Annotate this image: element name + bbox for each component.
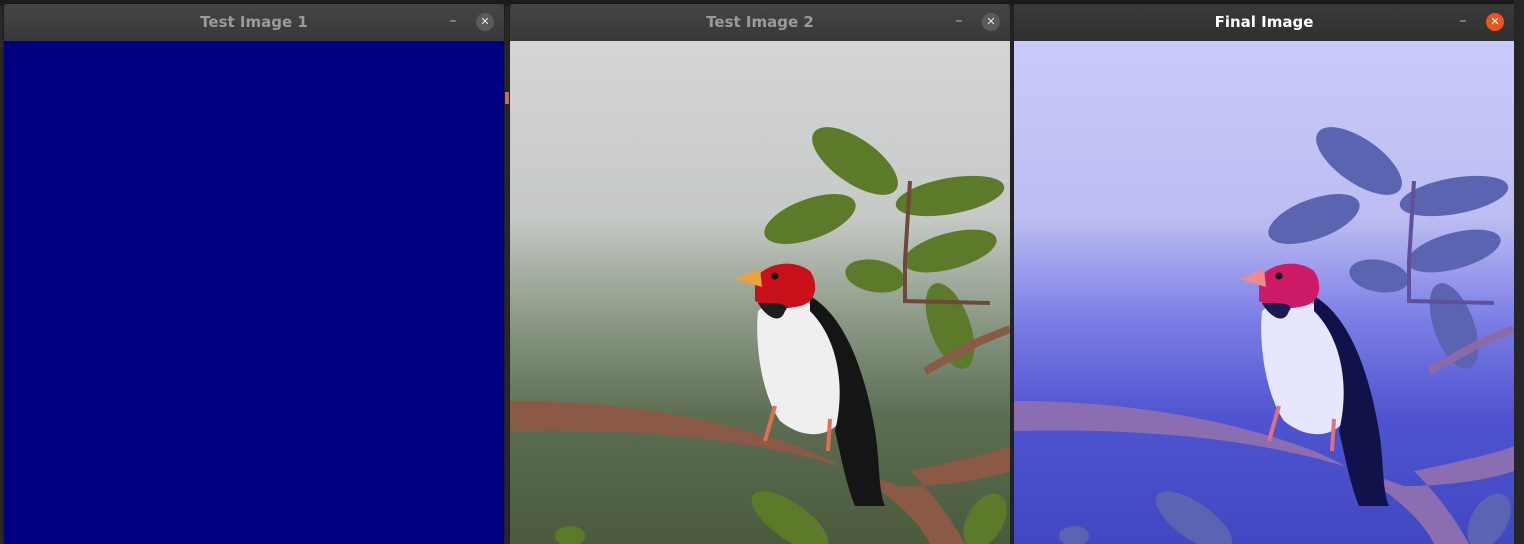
- image-canvas: [4, 41, 504, 544]
- window-final-image[interactable]: Final Image – ✕: [1014, 4, 1514, 544]
- window-test-image-2[interactable]: Test Image 2 – ✕: [510, 4, 1010, 544]
- close-icon[interactable]: ✕: [982, 13, 1000, 31]
- titlebar[interactable]: Final Image – ✕: [1014, 4, 1514, 41]
- blended-bird-photo: [1014, 41, 1514, 544]
- image-canvas: [1014, 41, 1514, 544]
- titlebar[interactable]: Test Image 1 – ✕: [4, 4, 504, 41]
- desktop-edge: [1514, 0, 1524, 544]
- window-title: Final Image: [1214, 13, 1314, 31]
- bird-photo: [510, 41, 1010, 544]
- window-test-image-1[interactable]: Test Image 1 – ✕: [4, 4, 504, 544]
- close-icon[interactable]: ✕: [1486, 13, 1504, 31]
- minimize-icon[interactable]: –: [1454, 13, 1472, 31]
- minimize-icon[interactable]: –: [444, 13, 462, 31]
- close-icon[interactable]: ✕: [476, 13, 494, 31]
- image-canvas: [510, 41, 1010, 544]
- background-terminal-text: [505, 92, 509, 104]
- window-title: Test Image 2: [706, 13, 814, 31]
- window-title: Test Image 1: [200, 13, 308, 31]
- titlebar[interactable]: Test Image 2 – ✕: [510, 4, 1010, 41]
- minimize-icon[interactable]: –: [950, 13, 968, 31]
